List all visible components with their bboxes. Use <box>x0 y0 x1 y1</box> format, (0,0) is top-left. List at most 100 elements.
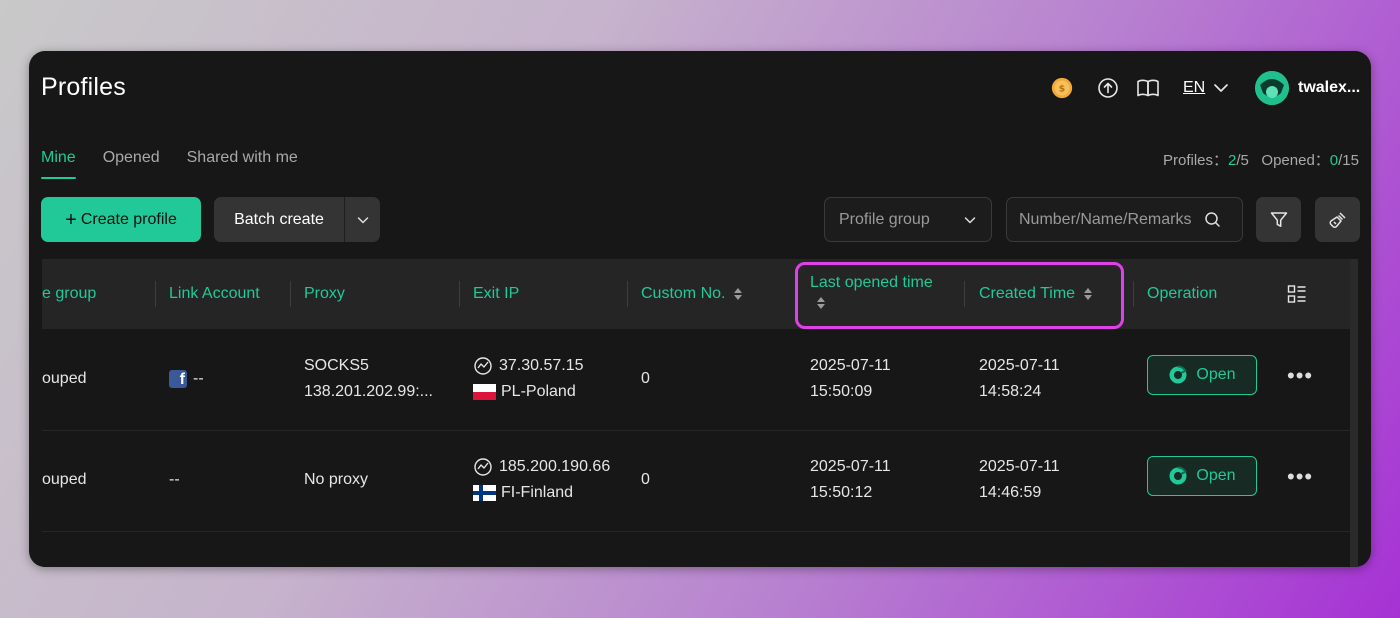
filter-icon <box>1270 211 1287 227</box>
batch-dropdown-button[interactable] <box>345 213 380 227</box>
tab-mine[interactable]: Mine <box>41 149 76 179</box>
column-divider <box>459 281 460 307</box>
column-link-account: Link Account <box>169 285 260 302</box>
svg-text:$: $ <box>1059 84 1065 95</box>
search-icon[interactable] <box>1204 211 1221 228</box>
column-divider <box>290 281 291 307</box>
more-options-icon[interactable]: ••• <box>1287 464 1313 490</box>
last-opened-cell: 2025-07-11 15:50:09 <box>810 353 891 405</box>
profiles-total: /5 <box>1236 152 1249 169</box>
country-value: PL-Poland <box>501 383 576 400</box>
column-divider <box>1133 281 1134 307</box>
exit-ip-value: 37.30.57.15 <box>499 357 584 374</box>
profiles-count-label: Profiles： <box>1163 152 1229 169</box>
clean-button[interactable] <box>1315 197 1360 242</box>
last-opened-cell: 2025-07-11 15:50:12 <box>810 454 891 506</box>
more-options-icon[interactable]: ••• <box>1287 363 1313 389</box>
open-label: Open <box>1196 467 1236 484</box>
sort-icon[interactable] <box>1083 287 1093 301</box>
language-selector[interactable]: EN <box>1183 79 1205 97</box>
username[interactable]: twalex... <box>1298 79 1360 97</box>
book-icon[interactable] <box>1136 76 1160 100</box>
facebook-icon: f <box>169 370 187 388</box>
sort-icon[interactable] <box>733 287 743 301</box>
filter-button[interactable] <box>1256 197 1301 242</box>
custom-no-cell: 0 <box>641 471 650 488</box>
open-button[interactable]: Open <box>1147 456 1257 496</box>
ip-check-icon[interactable] <box>473 356 493 376</box>
opened-used: 0 <box>1329 152 1339 169</box>
last-opened-date: 2025-07-11 <box>810 458 891 475</box>
chevron-down-icon[interactable] <box>1212 79 1230 102</box>
group-cell: ouped <box>42 471 87 488</box>
page-title: Profiles <box>41 73 126 101</box>
poland-flag-icon <box>473 384 496 400</box>
last-opened-time: 15:50:12 <box>810 484 873 501</box>
search-box <box>1006 197 1243 242</box>
column-created-time[interactable]: Created Time <box>979 259 1093 329</box>
created-date: 2025-07-11 <box>979 458 1060 475</box>
proxy-address: 138.201.202.99:... <box>304 383 433 400</box>
column-divider <box>627 281 628 307</box>
upload-icon[interactable] <box>1096 76 1120 100</box>
column-divider <box>964 281 965 307</box>
created-time: 14:58:24 <box>979 383 1042 400</box>
column-proxy: Proxy <box>304 285 345 302</box>
proxy-cell: No proxy <box>304 471 369 488</box>
profile-group-select[interactable]: Profile group <box>824 197 992 242</box>
tab-opened[interactable]: Opened <box>103 149 160 179</box>
column-divider <box>155 281 156 307</box>
created-cell: 2025-07-11 14:58:24 <box>979 353 1060 405</box>
proxy-type: SOCKS5 <box>304 357 369 374</box>
tab-shared-with-me[interactable]: Shared with me <box>187 149 298 179</box>
search-input[interactable] <box>1019 210 1204 229</box>
open-label: Open <box>1196 366 1236 383</box>
column-divider <box>795 281 796 307</box>
vertical-scrollbar[interactable] <box>1350 259 1358 567</box>
coin-icon[interactable]: $ <box>1050 76 1074 100</box>
create-profile-label: Create profile <box>80 210 177 228</box>
batch-create-label: Batch create <box>234 210 324 228</box>
avatar[interactable] <box>1255 71 1289 105</box>
created-time: 14:46:59 <box>979 484 1042 501</box>
column-last-opened-label: Last opened time <box>810 273 933 291</box>
column-custom-no[interactable]: Custom No. <box>641 259 743 329</box>
column-last-opened[interactable]: Last opened time <box>810 259 933 329</box>
created-cell: 2025-07-11 14:46:59 <box>979 454 1060 506</box>
create-profile-button[interactable]: + Create profile <box>41 197 201 242</box>
country-value: FI-Finland <box>501 484 574 501</box>
profile-counts: Profiles：2/5 Opened：0/15 <box>1163 149 1359 170</box>
column-exit-ip: Exit IP <box>473 285 520 302</box>
column-operation: Operation <box>1147 285 1218 302</box>
profile-tabs: Mine Opened Shared with me <box>41 149 298 179</box>
browser-icon <box>1169 466 1188 485</box>
chevron-down-icon <box>964 216 976 223</box>
finland-flag-icon <box>473 485 496 501</box>
opened-total: /15 <box>1338 152 1359 169</box>
profiles-table: e group Link Account Proxy Exit IP Custo… <box>42 259 1358 567</box>
opened-count-label: Opened： <box>1261 152 1330 169</box>
ip-check-icon[interactable] <box>473 457 493 477</box>
proxy-cell: SOCKS5 138.201.202.99:... <box>304 353 433 405</box>
custom-no-cell: 0 <box>641 370 650 387</box>
last-opened-time: 15:50:09 <box>810 383 873 400</box>
column-settings-icon[interactable] <box>1287 259 1307 329</box>
table-header: e group Link Account Proxy Exit IP Custo… <box>42 259 1358 329</box>
sort-icon[interactable] <box>816 296 826 315</box>
column-group: e group <box>42 285 97 302</box>
table-row: ouped f -- SOCKS5 138.201.202.99:... 37.… <box>42 329 1358 431</box>
exit-ip-cell: 185.200.190.66 FI-Finland <box>473 454 610 506</box>
chevron-down-icon <box>357 216 368 223</box>
profiles-window: Profiles $ EN twalex... Mine Opened Shar… <box>29 51 1371 567</box>
created-date: 2025-07-11 <box>979 357 1060 374</box>
profile-group-placeholder: Profile group <box>839 210 930 228</box>
open-button[interactable]: Open <box>1147 355 1257 395</box>
batch-create-button[interactable]: Batch create <box>214 197 380 242</box>
exit-ip-value: 185.200.190.66 <box>499 458 611 475</box>
group-cell: ouped <box>42 370 87 387</box>
brush-icon <box>1329 211 1346 228</box>
browser-icon <box>1169 365 1188 384</box>
exit-ip-cell: 37.30.57.15 PL-Poland <box>473 353 584 405</box>
last-opened-date: 2025-07-11 <box>810 357 891 374</box>
plus-icon: + <box>65 208 77 231</box>
